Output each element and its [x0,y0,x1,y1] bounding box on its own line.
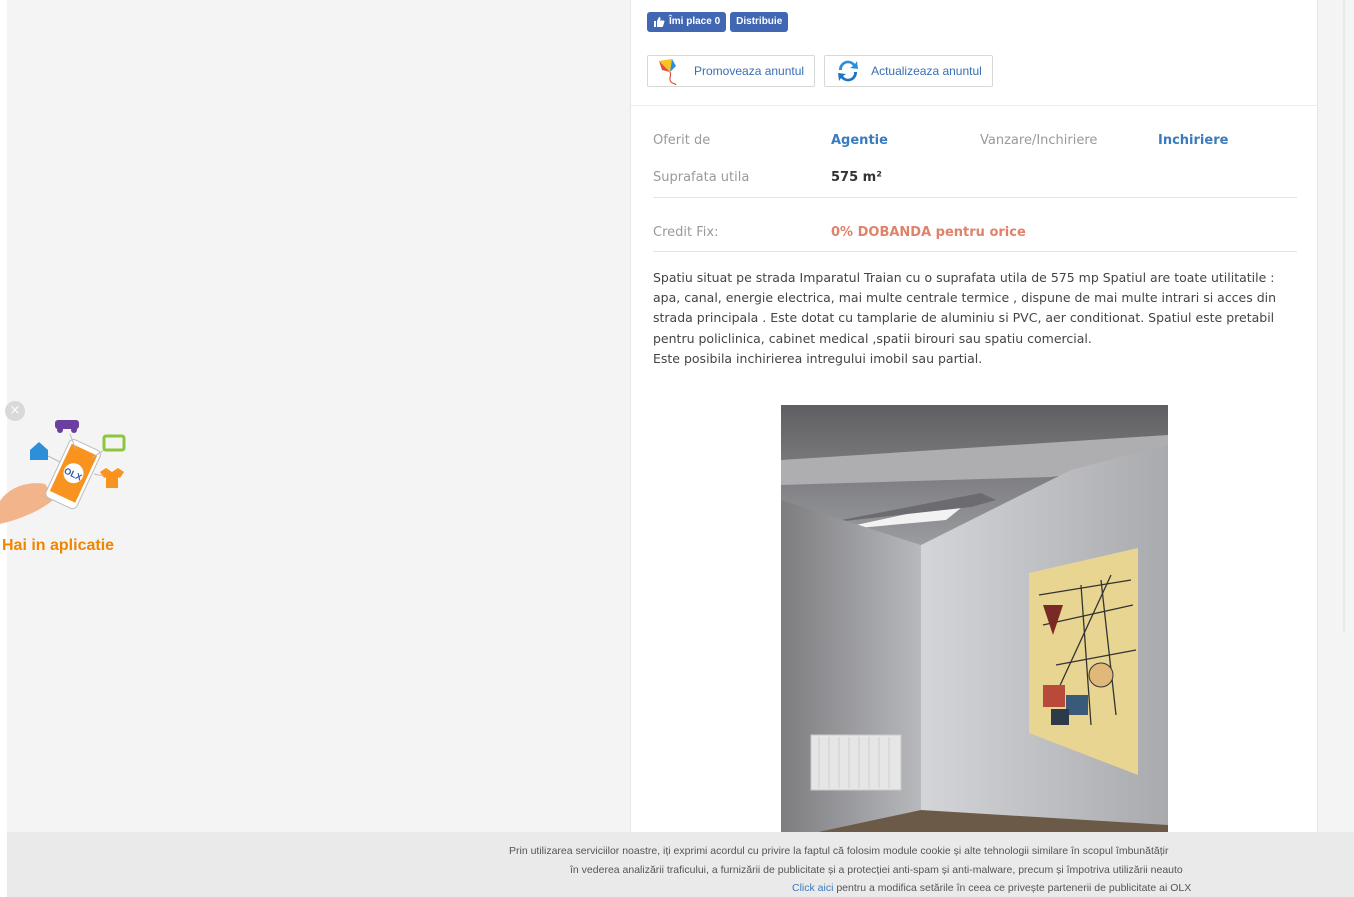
description-paragraph: Este posibila inchirierea intregului imo… [653,350,983,366]
listing-photo[interactable] [781,405,1168,840]
house-icon [30,442,48,460]
description-paragraph: Spatiu situat pe strada Imparatul Traian… [653,270,1277,346]
cookie-text-line2: în vederea analizării traficului, a furn… [570,864,1183,876]
promote-ad-button[interactable]: Promoveaza anuntul [647,55,816,87]
kite-icon [659,59,677,86]
social-buttons: Îmi place 0 Distribuie [647,12,789,32]
promote-ad-label: Promoveaza anuntul [694,64,805,78]
cookie-text-line1: Prin utilizarea serviciilor noastre, iți… [509,845,1169,857]
refresh-ad-button[interactable]: Actualizeaza anuntul [824,55,993,87]
cookie-text-line3-rest: pentru a modifica setările în ceea ce pr… [833,882,1192,894]
shirt-icon [100,468,124,488]
ad-actions: Promoveaza anuntul Actualizeaza anuntul [647,55,993,87]
thumbs-up-icon [654,17,665,27]
ad-description: Spatiu situat pe strada Imparatul Traian… [653,268,1293,369]
divider [631,105,1317,106]
facebook-share-button[interactable]: Distribuie [730,12,789,32]
offered-by-value[interactable]: Agentie [831,133,888,148]
sale-rent-value[interactable]: Inchiriere [1158,133,1228,148]
chat-icon [102,434,126,452]
car-icon [55,420,79,433]
ad-detail-panel: Îmi place 0 Distribuie Promoveaza anuntu… [630,0,1318,840]
share-label: Distribuie [736,16,783,27]
credit-offer-link[interactable]: 0% DOBANDA pentru orice [831,225,1026,240]
facebook-like-button[interactable]: Îmi place 0 [647,12,727,32]
credit-label: Credit Fix: [653,225,719,240]
offered-by-label: Oferit de [653,133,711,148]
app-promo-widget[interactable]: × OLX Hai in aplicatie [0,398,140,568]
cookie-settings-link[interactable]: Click aici [792,882,833,894]
refresh-icon [838,60,859,82]
refresh-ad-label: Actualizeaza anuntul [871,64,982,78]
divider [653,251,1297,252]
sale-rent-label: Vanzare/Inchiriere [980,133,1098,148]
cookie-text-line3: Click aici pentru a modifica setările în… [792,882,1191,894]
usable-area-label: Suprafata utila [653,170,750,185]
right-scroll-edge [1343,0,1345,632]
phone-app-illustration-icon: OLX [0,420,126,524]
cookie-consent-bar: Prin utilizarea serviciilor noastre, iți… [7,832,1354,897]
divider [653,197,1297,198]
like-label: Îmi place 0 [669,16,721,27]
usable-area-value: 575 m² [831,170,882,185]
app-promo-label[interactable]: Hai in aplicatie [2,537,114,555]
